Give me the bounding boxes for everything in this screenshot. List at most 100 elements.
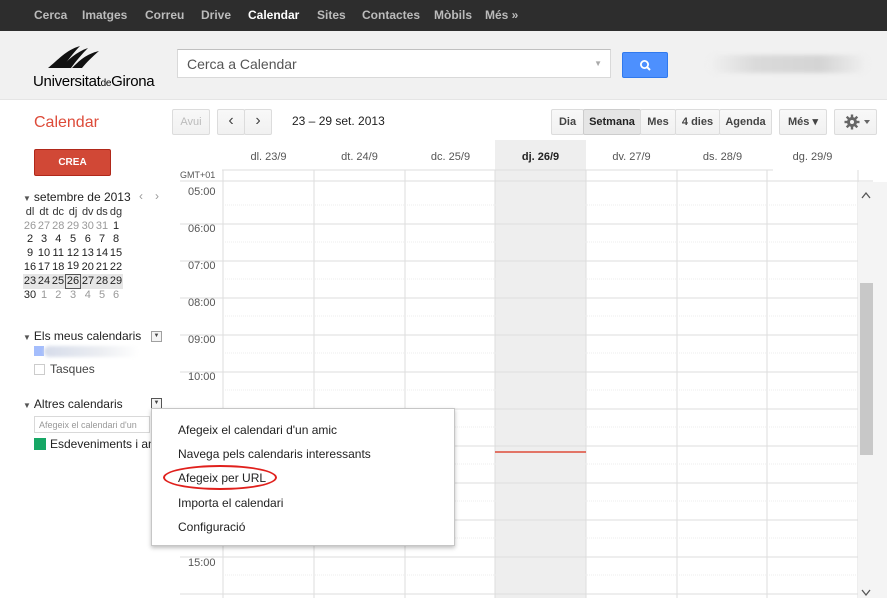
mini-day[interactable]: 9	[23, 247, 37, 261]
mini-calendar-weekdays: dl dt dc dj dv ds dg	[23, 206, 123, 220]
mini-day[interactable]: 18	[51, 260, 66, 274]
nav-link-mes[interactable]: Més »	[485, 0, 518, 31]
day-header-sat[interactable]: ds. 28/9	[677, 151, 768, 163]
mini-day[interactable]: 13	[81, 247, 96, 261]
highlight-annotation-ellipse	[163, 465, 277, 490]
nav-link-calendar[interactable]: Calendar	[248, 0, 299, 31]
mini-day[interactable]: 27	[37, 220, 51, 234]
settings-button[interactable]	[834, 109, 877, 135]
nav-link-drive[interactable]: Drive	[201, 0, 231, 31]
mini-day[interactable]: 8	[109, 233, 123, 247]
my-calendar-color-swatch[interactable]	[34, 346, 44, 356]
timezone-label: GMT+01	[180, 170, 216, 180]
mini-day[interactable]: 10	[37, 247, 51, 261]
menu-item-import-calendar[interactable]: Importa el calendari	[178, 496, 283, 510]
mini-day[interactable]: 22	[109, 260, 123, 274]
mini-day[interactable]: 4	[51, 233, 66, 247]
create-button[interactable]: CREA	[34, 149, 111, 176]
mini-day[interactable]: 28	[51, 220, 66, 234]
menu-item-settings[interactable]: Configuració	[178, 520, 245, 534]
view-4days-button[interactable]: 4 dies	[675, 109, 720, 135]
mini-day-today[interactable]: 26	[65, 273, 81, 289]
mini-day[interactable]: 15	[109, 247, 123, 261]
tasks-checkbox[interactable]	[34, 364, 45, 375]
mini-day[interactable]: 31	[95, 220, 109, 234]
search-input[interactable]	[178, 50, 578, 77]
menu-item-browse-calendars[interactable]: Navega pels calendaris interessants	[178, 447, 371, 461]
mini-day[interactable]: 1	[109, 220, 123, 234]
mini-day[interactable]: 12	[66, 247, 81, 261]
mini-day[interactable]: 30	[81, 220, 96, 234]
more-button[interactable]: Més ▾	[779, 109, 827, 135]
mini-day[interactable]: 26	[23, 220, 37, 234]
add-friend-calendar-input[interactable]	[34, 416, 150, 433]
mini-day[interactable]: 19	[66, 260, 81, 274]
day-header-wed[interactable]: dc. 25/9	[405, 151, 496, 163]
mini-day[interactable]: 2	[51, 289, 66, 303]
mini-day[interactable]: 24	[37, 274, 51, 289]
view-week-button[interactable]: Setmana	[583, 109, 641, 135]
account-name-blurred[interactable]	[708, 55, 868, 73]
view-agenda-button[interactable]: Agenda	[719, 109, 772, 135]
mini-day[interactable]: 16	[23, 260, 37, 274]
mini-day[interactable]: 3	[66, 289, 81, 303]
mini-day[interactable]: 5	[95, 289, 109, 303]
mini-day[interactable]: 17	[37, 260, 51, 274]
my-calendars-menu-icon[interactable]: ▼	[151, 331, 162, 342]
prev-week-button[interactable]: ‹	[217, 109, 245, 135]
mini-day[interactable]: 21	[95, 260, 109, 274]
mini-day[interactable]: 28	[95, 274, 109, 289]
mini-day[interactable]: 11	[51, 247, 66, 261]
mini-day[interactable]: 3	[37, 233, 51, 247]
day-header-fri[interactable]: dv. 27/9	[586, 151, 677, 163]
day-header-mon[interactable]: dl. 23/9	[223, 151, 314, 163]
mini-prev-month-icon[interactable]: ‹	[139, 189, 143, 203]
weekday-label: ds	[96, 206, 108, 219]
next-week-button[interactable]: ›	[244, 109, 272, 135]
mini-day[interactable]: 5	[66, 233, 81, 247]
mini-day[interactable]: 29	[66, 220, 81, 234]
search-options-caret-icon[interactable]: ▼	[594, 59, 602, 68]
mini-day[interactable]: 6	[109, 289, 123, 303]
mini-day[interactable]: 14	[95, 247, 109, 261]
search-box: ▼	[177, 49, 611, 78]
nav-link-correu[interactable]: Correu	[145, 0, 184, 31]
mini-day[interactable]: 2	[23, 233, 37, 247]
day-header-thu-today[interactable]: dj. 26/9	[495, 151, 586, 163]
mini-day[interactable]: 20	[81, 260, 96, 274]
view-month-button[interactable]: Mes	[640, 109, 676, 135]
mini-day[interactable]: 30	[23, 289, 37, 303]
mini-day[interactable]: 27	[80, 274, 95, 289]
collapse-triangle-icon: ▼	[23, 194, 31, 203]
events-calendar-color-swatch[interactable]	[34, 438, 46, 450]
today-column-highlight	[495, 140, 586, 598]
day-header-tue[interactable]: dt. 24/9	[314, 151, 405, 163]
events-calendar-label[interactable]: Esdeveniments i ani...	[50, 437, 167, 451]
my-calendars-label: Els meus calendaris	[33, 329, 142, 343]
menu-item-add-friend-calendar[interactable]: Afegeix el calendari d'un amic	[178, 423, 337, 437]
today-button[interactable]: Avui	[172, 109, 210, 135]
nav-link-cerca[interactable]: Cerca	[34, 0, 67, 31]
mini-day[interactable]: 23	[23, 274, 37, 289]
other-calendars-title[interactable]: ▼ Altres calendaris	[23, 397, 123, 411]
view-day-button[interactable]: Dia	[551, 109, 584, 135]
nav-link-imatges[interactable]: Imatges	[82, 0, 127, 31]
mini-next-month-icon[interactable]: ›	[155, 189, 159, 203]
hour-label: 10:00	[188, 371, 216, 383]
nav-link-contactes[interactable]: Contactes	[362, 0, 420, 31]
nav-link-sites[interactable]: Sites	[317, 0, 346, 31]
nav-link-mobils[interactable]: Mòbils	[434, 0, 472, 31]
mini-calendar-week: 2 3 4 5 6 7 8	[23, 233, 123, 247]
mini-calendar-title[interactable]: ▼ setembre de 2013	[23, 190, 131, 204]
my-calendar-name-blurred[interactable]	[44, 346, 139, 357]
mini-day[interactable]: 1	[37, 289, 51, 303]
day-header-sun[interactable]: dg. 29/9	[767, 151, 858, 163]
mini-day[interactable]: 6	[81, 233, 96, 247]
my-calendars-title[interactable]: ▼ Els meus calendaris	[23, 329, 141, 343]
mini-day[interactable]: 4	[81, 289, 96, 303]
mini-day[interactable]: 29	[109, 274, 123, 289]
tasks-label[interactable]: Tasques	[50, 362, 95, 376]
mini-day[interactable]: 25	[51, 274, 66, 289]
search-button[interactable]	[622, 52, 668, 78]
mini-day[interactable]: 7	[95, 233, 109, 247]
